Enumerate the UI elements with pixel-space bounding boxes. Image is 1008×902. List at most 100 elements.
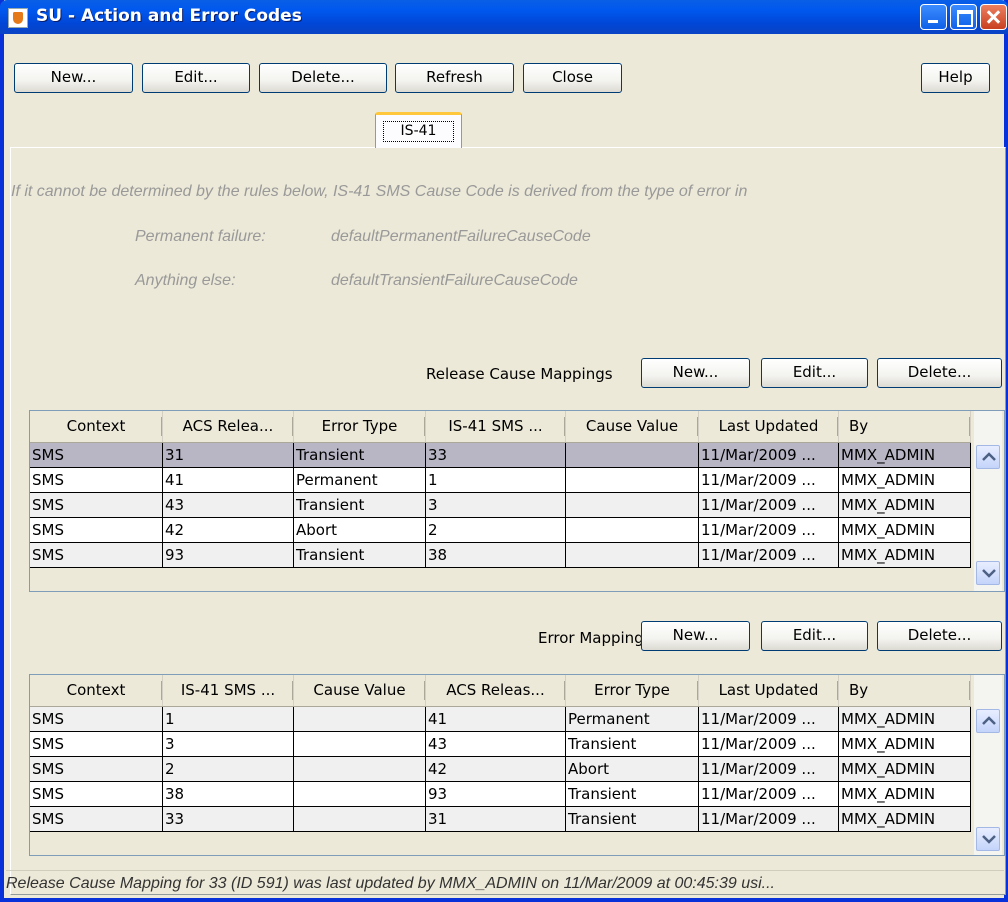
error-table-body: SMS 1 41 Permanent 11/Mar/2009 ... MMX_A… bbox=[30, 707, 971, 832]
column-header[interactable]: Cause Value bbox=[294, 675, 426, 706]
application-window: SU - Action and Error Codes New... Edit.… bbox=[0, 0, 1008, 902]
refresh-button-label: Refresh bbox=[426, 68, 483, 86]
table-cell: SMS bbox=[30, 518, 163, 543]
minimize-icon[interactable] bbox=[920, 4, 947, 30]
release-edit-button[interactable]: Edit... bbox=[761, 358, 868, 388]
table-row[interactable]: SMS 3 43 Transient 11/Mar/2009 ... MMX_A… bbox=[30, 732, 971, 757]
title-bar[interactable]: SU - Action and Error Codes bbox=[0, 0, 1008, 34]
error-mappings-label: Error Mappings bbox=[538, 629, 652, 647]
table-cell: MMX_ADMIN bbox=[839, 518, 971, 543]
column-header[interactable]: Context bbox=[30, 411, 163, 442]
status-bar: Release Cause Mapping for 33 (ID 591) wa… bbox=[6, 870, 1004, 896]
edit-button[interactable]: Edit... bbox=[142, 63, 250, 93]
close-button-label: Close bbox=[552, 68, 593, 86]
table-cell bbox=[566, 468, 699, 493]
close-window-icon[interactable] bbox=[980, 4, 1007, 30]
release-cause-mappings-label: Release Cause Mappings bbox=[426, 365, 613, 383]
table-cell: SMS bbox=[30, 443, 163, 468]
table-cell: SMS bbox=[30, 757, 163, 782]
table-cell bbox=[294, 732, 426, 757]
table-cell: 33 bbox=[163, 807, 294, 832]
table-cell: 11/Mar/2009 ... bbox=[699, 707, 839, 732]
maximize-icon[interactable] bbox=[950, 4, 977, 30]
table-cell: Transient bbox=[294, 543, 426, 568]
table-cell: SMS bbox=[30, 807, 163, 832]
column-header[interactable]: Error Type bbox=[294, 411, 426, 442]
release-delete-button[interactable]: Delete... bbox=[877, 358, 1002, 388]
error-table-scrollbar[interactable] bbox=[974, 675, 1002, 855]
delete-button-label: Delete... bbox=[291, 68, 355, 86]
column-header[interactable]: By bbox=[839, 675, 971, 706]
column-header[interactable]: IS-41 SMS ... bbox=[163, 675, 294, 706]
table-cell: 11/Mar/2009 ... bbox=[699, 543, 839, 568]
table-cell: 38 bbox=[426, 543, 566, 568]
table-row[interactable]: SMS 38 93 Transient 11/Mar/2009 ... MMX_… bbox=[30, 782, 971, 807]
error-edit-button-label: Edit... bbox=[792, 626, 837, 644]
error-new-button[interactable]: New... bbox=[641, 621, 750, 651]
column-header[interactable]: Last Updated bbox=[699, 675, 839, 706]
table-cell: 41 bbox=[426, 707, 566, 732]
table-cell: 43 bbox=[163, 493, 294, 518]
table-cell bbox=[294, 757, 426, 782]
release-delete-button-label: Delete... bbox=[907, 363, 972, 381]
column-header[interactable]: ACS Relea... bbox=[163, 411, 294, 442]
table-cell bbox=[566, 493, 699, 518]
table-row[interactable]: SMS 41 Permanent 1 11/Mar/2009 ... MMX_A… bbox=[30, 468, 971, 493]
column-header[interactable]: Cause Value bbox=[566, 411, 699, 442]
table-cell: 11/Mar/2009 ... bbox=[699, 518, 839, 543]
permanent-failure-value: defaultPermanentFailureCauseCode bbox=[331, 228, 591, 245]
table-row[interactable]: SMS 43 Transient 3 11/Mar/2009 ... MMX_A… bbox=[30, 493, 971, 518]
table-row[interactable]: SMS 1 41 Permanent 11/Mar/2009 ... MMX_A… bbox=[30, 707, 971, 732]
help-button[interactable]: Help bbox=[921, 63, 990, 93]
scroll-up-icon[interactable] bbox=[976, 709, 1000, 733]
tab-is-41[interactable]: IS-41 bbox=[375, 112, 462, 148]
table-cell: MMX_ADMIN bbox=[839, 732, 971, 757]
column-header[interactable]: Last Updated bbox=[699, 411, 839, 442]
refresh-button[interactable]: Refresh bbox=[395, 63, 514, 93]
table-cell: Transient bbox=[294, 443, 426, 468]
release-new-button[interactable]: New... bbox=[641, 358, 750, 388]
table-cell: Transient bbox=[566, 732, 699, 757]
column-header[interactable]: IS-41 SMS ... bbox=[426, 411, 566, 442]
table-cell: 11/Mar/2009 ... bbox=[699, 493, 839, 518]
table-cell: MMX_ADMIN bbox=[839, 543, 971, 568]
table-cell: Transient bbox=[566, 807, 699, 832]
table-cell: 42 bbox=[163, 518, 294, 543]
table-row[interactable]: SMS 93 Transient 38 11/Mar/2009 ... MMX_… bbox=[30, 543, 971, 568]
table-row[interactable]: SMS 33 31 Transient 11/Mar/2009 ... MMX_… bbox=[30, 807, 971, 832]
table-cell: 2 bbox=[163, 757, 294, 782]
table-row[interactable]: SMS 42 Abort 2 11/Mar/2009 ... MMX_ADMIN bbox=[30, 518, 971, 543]
table-cell: 31 bbox=[426, 807, 566, 832]
scroll-down-icon[interactable] bbox=[976, 827, 1000, 851]
table-cell: 1 bbox=[426, 468, 566, 493]
tab-is-41-label: IS-41 bbox=[383, 121, 454, 142]
table-cell bbox=[566, 543, 699, 568]
new-button[interactable]: New... bbox=[14, 63, 133, 93]
close-button[interactable]: Close bbox=[523, 63, 622, 93]
scroll-up-icon[interactable] bbox=[976, 445, 1000, 469]
table-cell: 38 bbox=[163, 782, 294, 807]
column-header[interactable]: Error Type bbox=[566, 675, 699, 706]
new-button-label: New... bbox=[50, 68, 97, 86]
column-header[interactable]: ACS Releas... bbox=[426, 675, 566, 706]
release-table-scrollbar[interactable] bbox=[974, 411, 1002, 591]
table-cell: MMX_ADMIN bbox=[839, 807, 971, 832]
table-cell: 42 bbox=[426, 757, 566, 782]
error-edit-button[interactable]: Edit... bbox=[761, 621, 868, 651]
table-cell bbox=[294, 782, 426, 807]
table-cell: 93 bbox=[426, 782, 566, 807]
error-new-button-label: New... bbox=[672, 626, 719, 644]
table-cell: Abort bbox=[566, 757, 699, 782]
table-cell: MMX_ADMIN bbox=[839, 493, 971, 518]
error-delete-button[interactable]: Delete... bbox=[877, 621, 1002, 651]
anything-else-value: defaultTransientFailureCauseCode bbox=[331, 272, 578, 289]
table-row[interactable]: SMS 31 Transient 33 11/Mar/2009 ... MMX_… bbox=[30, 443, 971, 468]
table-cell: 2 bbox=[426, 518, 566, 543]
scroll-down-icon[interactable] bbox=[976, 561, 1000, 585]
table-cell: MMX_ADMIN bbox=[839, 707, 971, 732]
delete-button[interactable]: Delete... bbox=[259, 63, 387, 93]
table-row[interactable]: SMS 2 42 Abort 11/Mar/2009 ... MMX_ADMIN bbox=[30, 757, 971, 782]
column-header[interactable]: By bbox=[839, 411, 971, 442]
table-cell: 11/Mar/2009 ... bbox=[699, 782, 839, 807]
column-header[interactable]: Context bbox=[30, 675, 163, 706]
